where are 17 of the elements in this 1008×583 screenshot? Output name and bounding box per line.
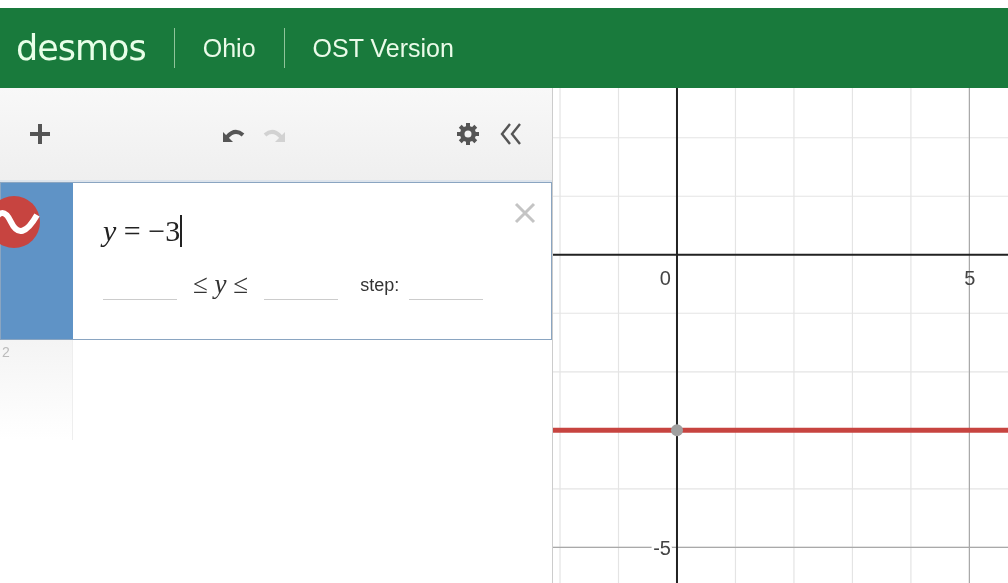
double-chevron-icon [498,122,524,146]
graph-style-icon[interactable] [0,195,41,249]
bound-inequality: ≤ y ≤ [192,269,250,300]
plus-icon [28,122,52,146]
graph-line[interactable] [553,427,1008,433]
settings-button[interactable] [454,120,482,148]
intercept-point[interactable] [671,424,683,437]
axis-tick-label: 0 [659,266,671,289]
axis-tick-label: -5 [653,537,671,560]
graph-paper[interactable]: 0 5 -5 [553,88,1008,583]
step-label: step: [360,275,400,297]
logo[interactable]: desmos [16,28,146,68]
axis-tick-label: 5 [964,266,976,289]
expression-row[interactable]: y = −3 ≤ y ≤ step: [0,182,552,340]
header-label: OST Version [312,33,454,63]
row-number: 2 [2,344,10,360]
header-label: Ohio [202,33,256,63]
